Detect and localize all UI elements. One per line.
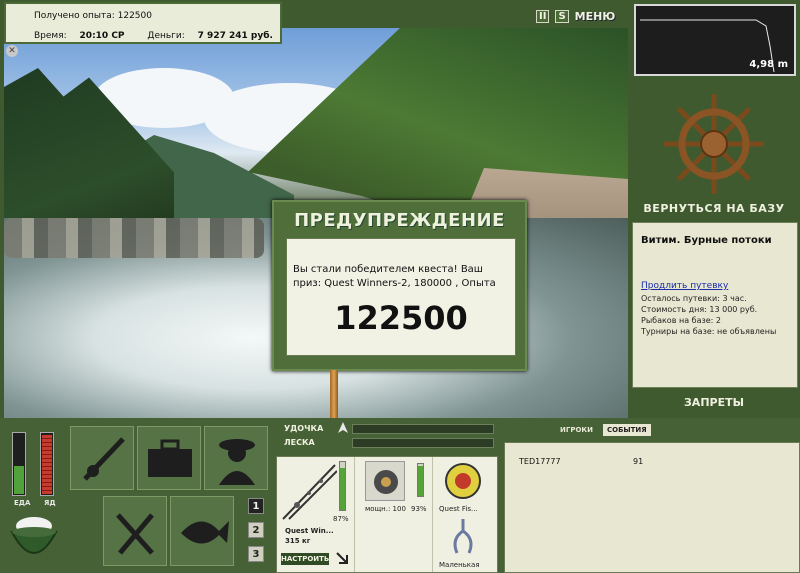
rod-tension-bar bbox=[352, 424, 494, 434]
time-label: Время: bbox=[34, 31, 67, 41]
setup-button[interactable]: НАСТРОИТЬ bbox=[281, 553, 329, 565]
warning-dialog: ПРЕДУПРЕЖДЕНИЕ Вы стали победителем квес… bbox=[272, 200, 527, 371]
event-player-name: TED17777 bbox=[519, 457, 561, 466]
fish-cage-button[interactable] bbox=[170, 496, 234, 566]
poison-bar bbox=[40, 432, 54, 496]
line-label: ЛЕСКА bbox=[284, 438, 315, 447]
info-panel: Получено опыта: 122500 Время: 20:10 СР Д… bbox=[4, 2, 282, 44]
dialog-body: Вы стали победителем квеста! Ваш приз: Q… bbox=[286, 238, 516, 356]
rod-tip bbox=[330, 370, 338, 420]
food-bar-fill bbox=[14, 466, 24, 494]
rod-condition-bar bbox=[339, 461, 346, 511]
experience-row: Получено опыта: 122500 bbox=[34, 11, 152, 21]
eat-button[interactable] bbox=[103, 496, 167, 566]
time-money-row: Время: 20:10 СР Деньги: 7 927 241 руб. bbox=[34, 31, 273, 41]
depth-value: 4,98 m bbox=[749, 59, 788, 70]
tab-events[interactable]: СОБЫТИЯ bbox=[602, 424, 651, 436]
line-lure-slot[interactable]: Quest Fis... Маленькая bbox=[433, 457, 499, 572]
rod-percent: 87% bbox=[333, 515, 349, 523]
character-button[interactable] bbox=[204, 426, 268, 490]
sound-button[interactable]: S bbox=[555, 9, 569, 23]
rod-name: Quest Win... bbox=[285, 527, 334, 535]
right-column: 4,98 m ВЕРНУТЬСЯ НА БАЗУ Витим. Бурные п… bbox=[628, 0, 800, 418]
line-tension-bar bbox=[352, 438, 494, 448]
food-pot-icon[interactable] bbox=[8, 514, 60, 564]
river-rocks bbox=[4, 218, 264, 258]
tournaments-status: Турниры на базе: не объявлены bbox=[641, 327, 777, 336]
rod-label: УДОЧКА bbox=[284, 424, 324, 433]
rod-tool-button[interactable] bbox=[70, 426, 134, 490]
dialog-reward-number: 122500 bbox=[334, 299, 468, 337]
reel-percent: 93% bbox=[411, 505, 427, 513]
depth-meter: 4,98 m bbox=[634, 4, 796, 76]
event-player-value: 91 bbox=[633, 457, 644, 466]
time-value: 20:10 СР bbox=[79, 31, 125, 41]
reel-slot[interactable]: мощн.: 100 93% bbox=[355, 457, 433, 572]
poison-label: ЯД bbox=[44, 499, 56, 507]
extend-voucher-link[interactable]: Продлить путевку bbox=[641, 281, 728, 291]
tab-players[interactable]: ИГРОКИ bbox=[556, 424, 597, 436]
top-buttons: II S МЕНЮ bbox=[536, 6, 615, 26]
knife-fork-icon bbox=[116, 513, 154, 555]
fisherman-icon bbox=[219, 439, 255, 485]
experience-value: 122500 bbox=[117, 11, 152, 21]
reel-image bbox=[365, 461, 405, 501]
bottom-panel: ЕДА ЯД 1 2 3 УДОЧКА ЛЕСКА 87% Quest Win.… bbox=[0, 418, 800, 573]
voucher-remaining: Осталось путевки: 3 час. bbox=[641, 294, 747, 303]
base-title: Витим. Бурные потоки bbox=[641, 235, 772, 246]
tackle-box-button[interactable] bbox=[137, 426, 201, 490]
slot-2-button[interactable]: 2 bbox=[248, 522, 264, 538]
pause-button[interactable]: II bbox=[536, 9, 550, 23]
money-label: Деньги: bbox=[147, 31, 185, 41]
events-tabs: ИГРОКИ СОБЫТИЯ bbox=[556, 424, 651, 436]
rod-icon bbox=[282, 464, 337, 520]
tackle-box-icon bbox=[148, 439, 192, 477]
line-name: Quest Fis... bbox=[439, 505, 478, 513]
fish-icon bbox=[181, 521, 229, 544]
money-value: 7 927 241 руб. bbox=[197, 31, 273, 41]
menu-button[interactable]: МЕНЮ bbox=[575, 10, 616, 23]
slot-3-button[interactable]: 3 bbox=[248, 546, 264, 562]
reel-power: мощн.: 100 bbox=[365, 505, 406, 513]
fishing-rod-icon bbox=[83, 437, 125, 481]
dialog-message: Вы стали победителем квеста! Ваш приз: Q… bbox=[293, 264, 496, 289]
slot-1-button[interactable]: 1 bbox=[248, 498, 264, 514]
rod-weight: 315 кг bbox=[285, 537, 311, 545]
tackle-slots: 87% Quest Win... 315 кг НАСТРОИТЬ мощн.:… bbox=[276, 456, 498, 573]
line-spool bbox=[443, 461, 483, 501]
bans-button[interactable]: ЗАПРЕТЫ bbox=[628, 396, 800, 409]
rod-panel: УДОЧКА ЛЕСКА 87% Quest Win... 315 кг НАС… bbox=[276, 418, 498, 573]
lure-icon bbox=[453, 519, 473, 554]
close-icon[interactable]: ✕ bbox=[6, 45, 18, 57]
lure-image bbox=[445, 517, 481, 557]
line-spool-icon bbox=[445, 463, 481, 499]
day-cost: Стоимость дня: 13 000 руб. bbox=[641, 305, 758, 314]
reel-icon bbox=[374, 470, 398, 494]
food-bar bbox=[12, 432, 26, 496]
dialog-title: ПРЕДУПРЕЖДЕНИЕ bbox=[294, 210, 505, 231]
base-info-panel: Витим. Бурные потоки Продлить путевку Ос… bbox=[632, 222, 798, 388]
return-to-base-button[interactable]: ВЕРНУТЬСЯ НА БАЗУ bbox=[628, 202, 800, 215]
experience-label: Получено опыта: bbox=[34, 11, 115, 21]
rod-slot[interactable]: 87% Quest Win... 315 кг НАСТРОИТЬ bbox=[277, 457, 355, 572]
arrow-up-icon bbox=[338, 422, 348, 433]
reel-condition-bar bbox=[417, 463, 424, 497]
events-list: TED17777 91 bbox=[504, 442, 800, 573]
poison-bar-fill bbox=[42, 435, 52, 494]
fishers-count: Рыбаков на базе: 2 bbox=[641, 316, 721, 325]
lure-name: Маленькая bbox=[439, 561, 480, 569]
arrow-down-right-icon[interactable] bbox=[335, 551, 349, 565]
ship-wheel-icon[interactable] bbox=[664, 94, 764, 194]
food-label: ЕДА bbox=[14, 499, 31, 507]
events-panel: ИГРОКИ СОБЫТИЯ TED17777 91 bbox=[502, 418, 800, 573]
